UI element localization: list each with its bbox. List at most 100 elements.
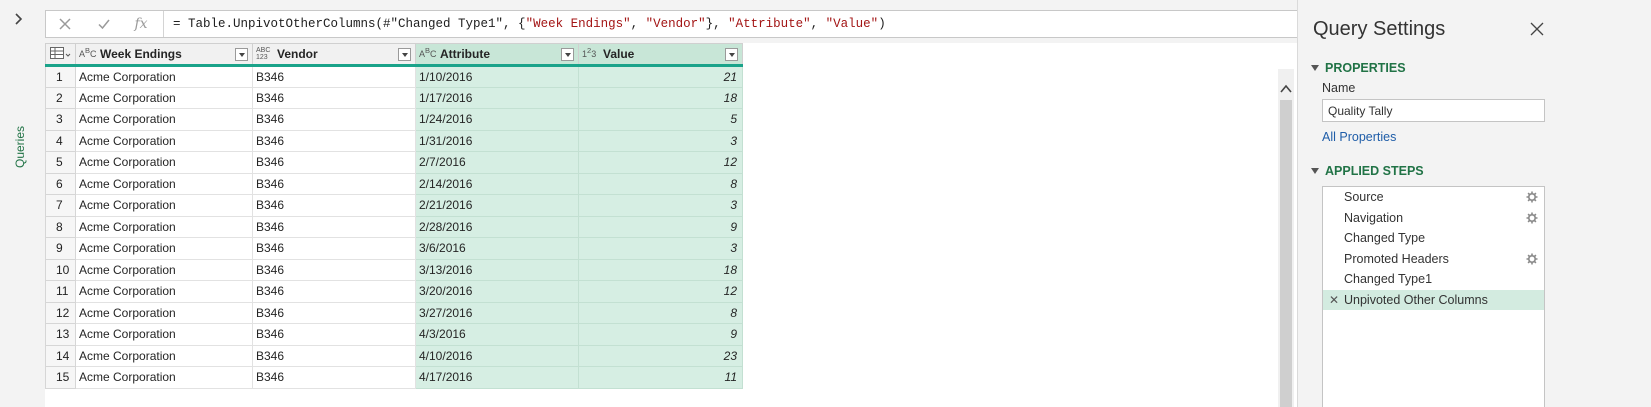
applied-step-item[interactable]: Source — [1323, 187, 1544, 208]
cancel-formula-button[interactable] — [54, 14, 76, 34]
cell-value[interactable]: 8 — [578, 301, 743, 324]
cell-vendor[interactable]: B346 — [252, 108, 416, 131]
close-pane-icon[interactable] — [1530, 22, 1544, 36]
cell-value[interactable]: 12 — [578, 280, 743, 303]
cell-vendor[interactable]: B346 — [252, 280, 416, 303]
cell-value[interactable]: 8 — [578, 172, 743, 195]
cell-vendor[interactable]: B346 — [252, 301, 416, 324]
cell-week-endings[interactable]: Acme Corporation — [75, 86, 253, 109]
cell-week-endings[interactable]: Acme Corporation — [75, 323, 253, 346]
cell-value[interactable]: 3 — [578, 237, 743, 260]
cell-week-endings[interactable]: Acme Corporation — [75, 108, 253, 131]
cell-value[interactable]: 5 — [578, 108, 743, 131]
commit-formula-button[interactable] — [93, 14, 115, 34]
row-number[interactable]: 9 — [45, 237, 76, 260]
cell-week-endings[interactable]: Acme Corporation — [75, 280, 253, 303]
row-number[interactable]: 13 — [45, 323, 76, 346]
row-number[interactable]: 3 — [45, 108, 76, 131]
gear-icon[interactable] — [1526, 253, 1538, 265]
cell-vendor[interactable]: B346 — [252, 323, 416, 346]
cell-value[interactable]: 3 — [578, 129, 743, 152]
text-type-icon[interactable]: ABC — [79, 47, 97, 59]
cell-value[interactable]: 9 — [578, 215, 743, 238]
cell-vendor[interactable]: B346 — [252, 194, 416, 217]
cell-vendor[interactable]: B346 — [252, 366, 416, 389]
properties-section-header[interactable]: PROPERTIES — [1311, 61, 1406, 75]
cell-value[interactable]: 11 — [578, 366, 743, 389]
cell-week-endings[interactable]: Acme Corporation — [75, 344, 253, 367]
row-number[interactable]: 10 — [45, 258, 76, 281]
cell-vendor[interactable]: B346 — [252, 86, 416, 109]
cell-value[interactable]: 18 — [578, 86, 743, 109]
cell-week-endings[interactable]: Acme Corporation — [75, 215, 253, 238]
cell-week-endings[interactable]: Acme Corporation — [75, 151, 253, 174]
cell-attribute[interactable]: 4/10/2016 — [415, 344, 579, 367]
cell-vendor[interactable]: B346 — [252, 237, 416, 260]
applied-step-item[interactable]: ✕ Unpivoted Other Columns — [1323, 289, 1544, 311]
cell-attribute[interactable]: 3/20/2016 — [415, 280, 579, 303]
filter-dropdown-button[interactable] — [725, 48, 738, 61]
cell-week-endings[interactable]: Acme Corporation — [75, 194, 253, 217]
any-type-icon[interactable]: ABC 123 — [256, 47, 270, 61]
cell-value[interactable]: 12 — [578, 151, 743, 174]
column-header-value[interactable]: 123 Value — [578, 43, 743, 67]
row-number[interactable]: 7 — [45, 194, 76, 217]
row-number[interactable]: 2 — [45, 86, 76, 109]
cell-attribute[interactable]: 4/3/2016 — [415, 323, 579, 346]
cell-attribute[interactable]: 2/21/2016 — [415, 194, 579, 217]
whole-number-type-icon[interactable]: 123 — [582, 47, 596, 59]
gear-icon[interactable] — [1526, 191, 1538, 203]
cell-week-endings[interactable]: Acme Corporation — [75, 65, 253, 88]
cell-attribute[interactable]: 1/10/2016 — [415, 65, 579, 88]
cell-attribute[interactable]: 2/7/2016 — [415, 151, 579, 174]
cell-week-endings[interactable]: Acme Corporation — [75, 258, 253, 281]
cell-attribute[interactable]: 2/28/2016 — [415, 215, 579, 238]
row-number[interactable]: 12 — [45, 301, 76, 324]
row-number[interactable]: 6 — [45, 172, 76, 195]
cell-week-endings[interactable]: Acme Corporation — [75, 172, 253, 195]
filter-dropdown-button[interactable] — [235, 48, 248, 61]
row-number[interactable]: 5 — [45, 151, 76, 174]
cell-attribute[interactable]: 3/27/2016 — [415, 301, 579, 324]
applied-step-item[interactable]: Promoted Headers — [1323, 249, 1544, 270]
cell-value[interactable]: 18 — [578, 258, 743, 281]
column-header-vendor[interactable]: ABC 123 Vendor — [252, 43, 416, 67]
cell-vendor[interactable]: B346 — [252, 151, 416, 174]
cell-week-endings[interactable]: Acme Corporation — [75, 301, 253, 324]
cell-attribute[interactable]: 1/31/2016 — [415, 129, 579, 152]
filter-dropdown-button[interactable] — [561, 48, 574, 61]
cell-week-endings[interactable]: Acme Corporation — [75, 366, 253, 389]
table-menu-button[interactable] — [45, 43, 76, 67]
cell-vendor[interactable]: B346 — [252, 258, 416, 281]
expand-queries-chevron-icon[interactable] — [12, 12, 26, 26]
cell-value[interactable]: 3 — [578, 194, 743, 217]
cell-value[interactable]: 9 — [578, 323, 743, 346]
applied-step-item[interactable]: Changed Type — [1323, 228, 1544, 249]
applied-step-item[interactable]: Navigation — [1323, 208, 1544, 229]
cell-vendor[interactable]: B346 — [252, 344, 416, 367]
applied-steps-section-header[interactable]: APPLIED STEPS — [1311, 164, 1424, 178]
formula-text[interactable]: = Table.UnpivotOtherColumns(#"Changed Ty… — [173, 11, 886, 37]
cell-attribute[interactable]: 3/6/2016 — [415, 237, 579, 260]
delete-step-icon[interactable]: ✕ — [1329, 290, 1339, 311]
cell-value[interactable]: 21 — [578, 65, 743, 88]
text-type-icon[interactable]: ABC — [419, 47, 437, 59]
row-number[interactable]: 15 — [45, 366, 76, 389]
scroll-up-arrow-icon[interactable] — [1279, 82, 1293, 96]
cell-attribute[interactable]: 2/14/2016 — [415, 172, 579, 195]
queries-pane-toggle[interactable]: Queries — [10, 124, 30, 174]
column-header-attribute[interactable]: ABC Attribute — [415, 43, 579, 67]
cell-attribute[interactable]: 1/17/2016 — [415, 86, 579, 109]
row-number[interactable]: 11 — [45, 280, 76, 303]
cell-attribute[interactable]: 4/17/2016 — [415, 366, 579, 389]
query-name-input[interactable] — [1322, 99, 1545, 122]
row-number[interactable]: 1 — [45, 65, 76, 88]
scrollbar-thumb[interactable] — [1280, 100, 1292, 407]
cell-value[interactable]: 23 — [578, 344, 743, 367]
row-number[interactable]: 4 — [45, 129, 76, 152]
cell-vendor[interactable]: B346 — [252, 129, 416, 152]
cell-week-endings[interactable]: Acme Corporation — [75, 129, 253, 152]
cell-vendor[interactable]: B346 — [252, 65, 416, 88]
row-number[interactable]: 14 — [45, 344, 76, 367]
applied-step-item[interactable]: Changed Type1 — [1323, 269, 1544, 290]
